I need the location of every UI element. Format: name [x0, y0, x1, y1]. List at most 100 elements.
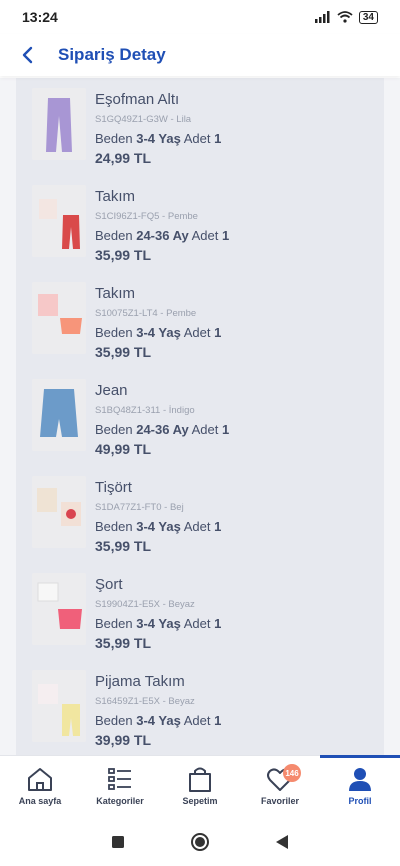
product-size: Beden 3-4 Yaş Adet 1 [95, 616, 221, 631]
size-value: 24-36 Ay [136, 228, 189, 243]
product-name: Tişört [95, 479, 132, 496]
product-image [32, 476, 86, 548]
qty-label: Adet [183, 616, 211, 631]
tab-label: Ana sayfa [18, 796, 62, 806]
product-size: Beden 24-36 Ay Adet 1 [95, 422, 229, 437]
qty-label: Adet [183, 325, 211, 340]
size-label: Beden [95, 616, 133, 631]
product-size: Beden 3-4 Yaş Adet 1 [95, 325, 221, 340]
product-code: S1BQ48Z1-311 - İndigo [95, 405, 195, 416]
home-nav-button[interactable] [190, 832, 210, 852]
product-size: Beden 3-4 Yaş Adet 1 [95, 519, 221, 534]
size-value: 3-4 Yaş [136, 131, 181, 146]
tab-label: Sepetim [182, 796, 218, 806]
size-label: Beden [95, 713, 133, 728]
wifi-icon [337, 11, 353, 23]
product-price: 35,99 TL [95, 344, 152, 360]
product-name: Şort [95, 576, 123, 593]
product-code: S1CI96Z1-FQ5 - Pembe [95, 211, 198, 222]
product-code: S16459Z1-E5X - Beyaz [95, 696, 195, 707]
qty-value: 1 [222, 422, 230, 437]
qty-label: Adet [183, 131, 211, 146]
qty-value: 1 [214, 713, 222, 728]
product-item[interactable]: Takım S10075Z1-LT4 - Pembe Beden 3-4 Yaş… [32, 274, 384, 371]
qty-value: 1 [214, 616, 222, 631]
product-code: S19904Z1-E5X - Beyaz [95, 599, 195, 610]
product-price: 35,99 TL [95, 247, 152, 263]
product-price: 24,99 TL [95, 150, 152, 166]
back-nav-button[interactable] [272, 832, 292, 852]
product-image [32, 379, 86, 451]
product-image [32, 282, 86, 354]
product-item[interactable]: Takım S1CI96Z1-FQ5 - Pembe Beden 24-36 A… [32, 177, 384, 274]
qty-label: Adet [191, 228, 219, 243]
recents-button[interactable] [108, 832, 128, 852]
battery-icon: 34 [358, 10, 378, 24]
product-image [32, 185, 86, 257]
tab-profile[interactable]: Profil [320, 755, 400, 817]
tab-favorites[interactable]: 146 Favoriler [240, 756, 320, 817]
size-value: 3-4 Yaş [136, 616, 181, 631]
size-label: Beden [95, 519, 133, 534]
product-item[interactable]: Şort S19904Z1-E5X - Beyaz Beden 3-4 Yaş … [32, 565, 384, 662]
status-time: 13:24 [22, 9, 58, 25]
square-icon [112, 835, 124, 848]
shopping-bag-icon [189, 767, 211, 792]
product-size: Beden 3-4 Yaş Adet 1 [95, 131, 221, 146]
tab-label: Kategoriler [96, 796, 144, 806]
size-value: 24-36 Ay [136, 422, 189, 437]
page-title: Sipariş Detay [58, 45, 166, 64]
product-size: Beden 24-36 Ay Adet 1 [95, 228, 229, 243]
chevron-left-icon [22, 46, 33, 64]
product-name: Takım [95, 188, 136, 205]
status-bar: 13:24 34 [0, 0, 400, 34]
product-price: 35,99 TL [95, 538, 152, 554]
list-icon [108, 768, 131, 790]
qty-value: 1 [214, 325, 222, 340]
size-label: Beden [95, 228, 133, 243]
size-value: 3-4 Yaş [136, 325, 181, 340]
app-header: Sipariş Detay [0, 34, 400, 76]
size-value: 3-4 Yaş [136, 713, 181, 728]
tab-categories[interactable]: Kategoriler [80, 756, 160, 817]
order-content[interactable]: Eşofman Altı S1GQ49Z1-G3W - Lila Beden 3… [0, 78, 400, 755]
product-code: S1DA77Z1-FT0 - Bej [95, 502, 184, 513]
size-label: Beden [95, 325, 133, 340]
qty-label: Adet [183, 519, 211, 534]
product-image [32, 88, 86, 160]
product-price: 39,99 TL [95, 732, 152, 748]
favorites-count-badge: 146 [283, 764, 301, 782]
product-code: S1GQ49Z1-G3W - Lila [95, 114, 192, 125]
size-label: Beden [95, 422, 133, 437]
product-name: Pijama Takım [95, 673, 185, 690]
bottom-tab-bar: Ana sayfa Kategoriler Sepetim 146 Favori… [0, 755, 400, 817]
product-item[interactable]: Pijama Takım S16459Z1-E5X - Beyaz Beden … [32, 662, 384, 755]
size-label: Beden [95, 131, 133, 146]
tab-label: Profil [348, 796, 372, 806]
product-item[interactable]: Jean S1BQ48Z1-311 - İndigo Beden 24-36 A… [32, 371, 384, 468]
product-price: 35,99 TL [95, 635, 152, 651]
product-image [32, 670, 86, 742]
tab-cart[interactable]: Sepetim [160, 756, 240, 817]
product-name: Eşofman Altı [95, 91, 180, 108]
triangle-back-icon [276, 834, 288, 849]
product-code: S10075Z1-LT4 - Pembe [95, 308, 197, 319]
tab-label: Favoriler [260, 796, 300, 806]
qty-label: Adet [191, 422, 219, 437]
product-image [32, 573, 86, 645]
product-item[interactable]: Tişört S1DA77Z1-FT0 - Bej Beden 3-4 Yaş … [32, 468, 384, 565]
product-name: Takım [95, 285, 136, 302]
back-button[interactable] [16, 40, 38, 70]
product-price: 49,99 TL [95, 441, 152, 457]
signal-icon [314, 11, 330, 23]
size-value: 3-4 Yaş [136, 519, 181, 534]
qty-label: Adet [183, 713, 211, 728]
qty-value: 1 [222, 228, 230, 243]
order-items-card: Eşofman Altı S1GQ49Z1-G3W - Lila Beden 3… [16, 78, 384, 755]
qty-value: 1 [214, 519, 222, 534]
status-icons: 34 [314, 10, 378, 24]
product-item[interactable]: Eşofman Altı S1GQ49Z1-G3W - Lila Beden 3… [32, 80, 384, 177]
product-size: Beden 3-4 Yaş Adet 1 [95, 713, 221, 728]
home-icon [28, 768, 52, 791]
tab-home[interactable]: Ana sayfa [0, 756, 80, 817]
